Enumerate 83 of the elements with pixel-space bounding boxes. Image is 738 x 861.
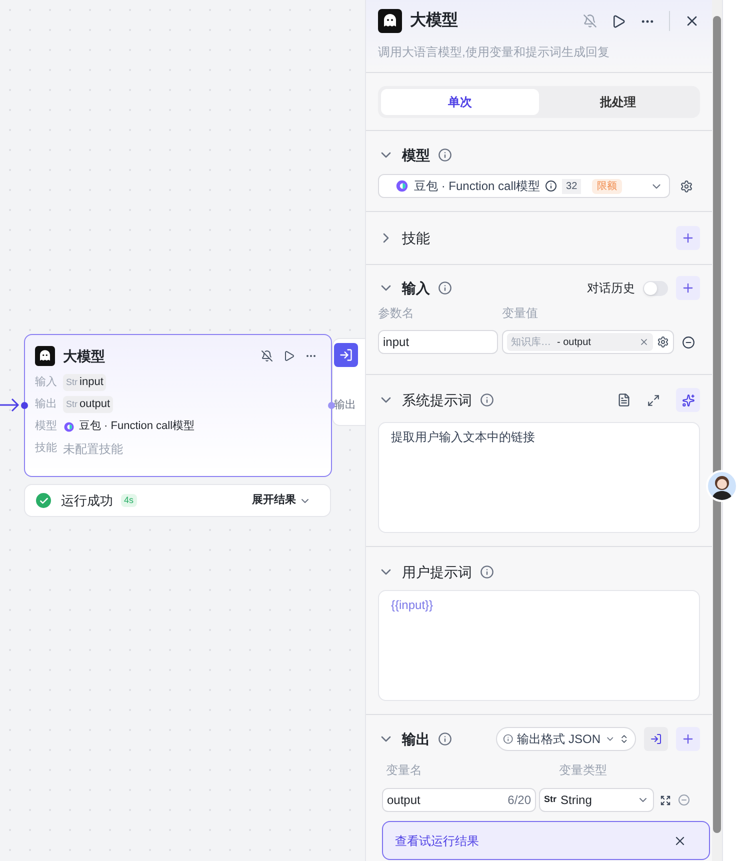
enter-icon xyxy=(339,348,353,362)
expand-results-button[interactable]: 展开结果 xyxy=(252,492,319,509)
export-button[interactable] xyxy=(644,727,668,751)
logo-icon xyxy=(378,9,402,33)
template-icon[interactable] xyxy=(617,393,631,407)
plus-icon xyxy=(681,281,695,295)
toast-text: 查看试运行结果 xyxy=(395,832,479,850)
mode-tab[interactable]: 批处理 xyxy=(539,88,697,114)
variable-name-field[interactable]: output 6/20 xyxy=(382,788,536,812)
history-label: 对话历史 xyxy=(587,280,635,297)
info-icon xyxy=(545,180,558,192)
column-header: 变量类型 xyxy=(559,762,607,779)
scrollbar-thumb[interactable] xyxy=(713,16,721,833)
model-name: 豆包 · Function call模型 xyxy=(79,419,195,434)
info-icon xyxy=(438,732,452,746)
variable-field[interactable]: 知识库… - output xyxy=(502,330,674,354)
source-text: 知识库… xyxy=(511,336,551,350)
remove-icon[interactable] xyxy=(682,336,695,348)
empty-value: 未配置技能 xyxy=(63,440,123,458)
output-port[interactable] xyxy=(328,402,335,409)
row-label: 输入 xyxy=(35,375,55,390)
info-icon xyxy=(438,281,452,295)
column-header: 变量名 xyxy=(386,762,423,779)
edge-arrow xyxy=(0,398,20,412)
prompt-editor[interactable]: {{input}} xyxy=(378,590,700,701)
quota-tag: 限额 xyxy=(592,178,622,194)
status-text: 运行成功 xyxy=(61,492,113,510)
node-card[interactable]: 大模型 输入 Str input 输出 Str output 模型 豆包 · Function call模型 技能 未配置技能 xyxy=(24,334,332,477)
model-logo-icon xyxy=(395,179,409,193)
history-toggle[interactable] xyxy=(643,280,668,296)
add-button[interactable] xyxy=(676,226,700,250)
column-header: 参数名 xyxy=(378,305,415,320)
info-icon xyxy=(438,148,452,162)
info-icon xyxy=(503,733,514,745)
field-label: 输出 xyxy=(334,398,356,413)
node-title: 大模型 xyxy=(63,346,105,366)
variable-tag: Str input xyxy=(63,374,106,391)
section-title: 模型 xyxy=(402,146,430,164)
variable-tag: Str output xyxy=(63,396,114,413)
context-tag: 32 xyxy=(562,178,582,194)
panel-title: 大模型 xyxy=(410,10,458,31)
plus-icon xyxy=(681,231,695,245)
row-label: 输出 xyxy=(35,397,55,412)
section-title: 系统提示词 xyxy=(402,390,472,410)
fullscreen-icon[interactable] xyxy=(647,394,660,406)
expand-icon[interactable] xyxy=(660,794,671,806)
section-title: 输出 xyxy=(402,730,430,748)
info-icon xyxy=(480,393,494,407)
stepper-icon[interactable] xyxy=(618,733,629,745)
reference-text: - output xyxy=(557,336,591,350)
add-button[interactable] xyxy=(676,276,700,300)
add-button[interactable] xyxy=(676,727,700,751)
column-header: 变量值 xyxy=(502,305,538,320)
ai-optimize-button[interactable] xyxy=(676,388,700,412)
row-label: 模型 xyxy=(35,419,55,434)
model-select[interactable]: 豆包 · Function call模型 32 限额 xyxy=(378,174,670,198)
section-title: 输入 xyxy=(402,278,430,298)
trial-run-toast[interactable]: 查看试运行结果 xyxy=(382,821,710,860)
sparkle-icon xyxy=(682,394,694,406)
duration-tag: 4s xyxy=(121,494,137,508)
input-port[interactable] xyxy=(21,402,28,409)
settings-icon[interactable] xyxy=(657,336,669,348)
row-label: 技能 xyxy=(35,441,55,456)
type-select[interactable]: Str String xyxy=(539,788,654,812)
plus-icon xyxy=(681,732,695,746)
logo-icon xyxy=(35,346,55,366)
settings-icon[interactable] xyxy=(680,180,693,192)
format-select[interactable]: 输出格式 JSON xyxy=(496,727,636,751)
model-logo-icon xyxy=(63,420,75,432)
section-title: 技能 xyxy=(402,228,430,248)
mode-tab[interactable]: 单次 xyxy=(381,88,539,114)
section-title: 用户提示词 xyxy=(402,562,472,582)
clear-icon[interactable] xyxy=(639,337,649,347)
prompt-editor[interactable]: 提取用户输入文本中的链接 xyxy=(378,422,700,533)
info-icon xyxy=(480,565,494,579)
char-count: 6/20 xyxy=(508,792,531,809)
panel-description: 调用大语言模型,使用变量和提示词生成回复 xyxy=(378,44,610,61)
run-icon[interactable] xyxy=(283,350,295,362)
next-node-card[interactable]: 输出 xyxy=(332,338,365,426)
run-icon[interactable] xyxy=(611,14,626,28)
export-icon xyxy=(650,733,662,745)
mute-icon[interactable] xyxy=(261,350,273,362)
param-name-field[interactable]: input xyxy=(378,330,498,354)
